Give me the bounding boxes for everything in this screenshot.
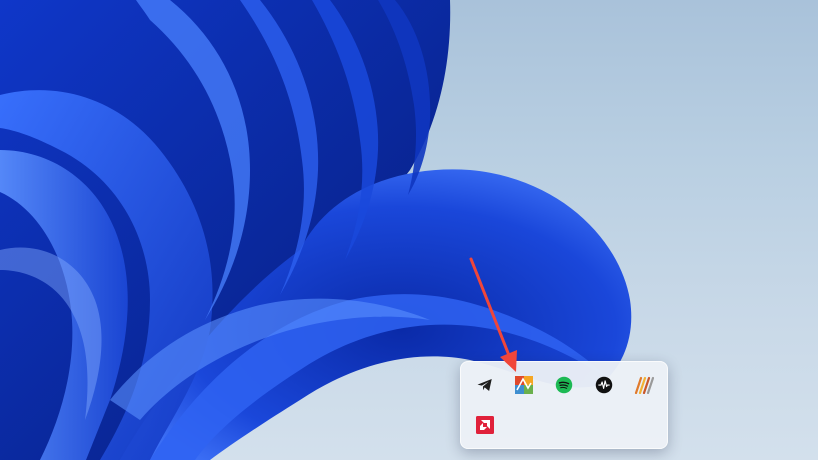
spotify-icon-glyph bbox=[555, 376, 573, 394]
spotify-icon[interactable] bbox=[549, 370, 579, 400]
avg-antivirus-icon[interactable] bbox=[509, 370, 539, 400]
desktop[interactable] bbox=[0, 0, 818, 460]
telegram-icon[interactable] bbox=[470, 370, 500, 400]
notification-area-overflow-flyout bbox=[460, 361, 668, 449]
amd-software-icon[interactable] bbox=[470, 410, 500, 440]
audio-waveform-icon-glyph bbox=[595, 376, 613, 394]
avg-antivirus-icon-glyph bbox=[515, 376, 533, 394]
telegram-icon-glyph bbox=[477, 379, 492, 391]
audio-waveform-icon[interactable] bbox=[589, 370, 619, 400]
stylus-pens-icon-glyph bbox=[634, 376, 654, 394]
stylus-pens-icon[interactable] bbox=[629, 370, 659, 400]
bloom-wallpaper bbox=[0, 0, 632, 460]
amd-software-icon-glyph bbox=[476, 416, 494, 434]
